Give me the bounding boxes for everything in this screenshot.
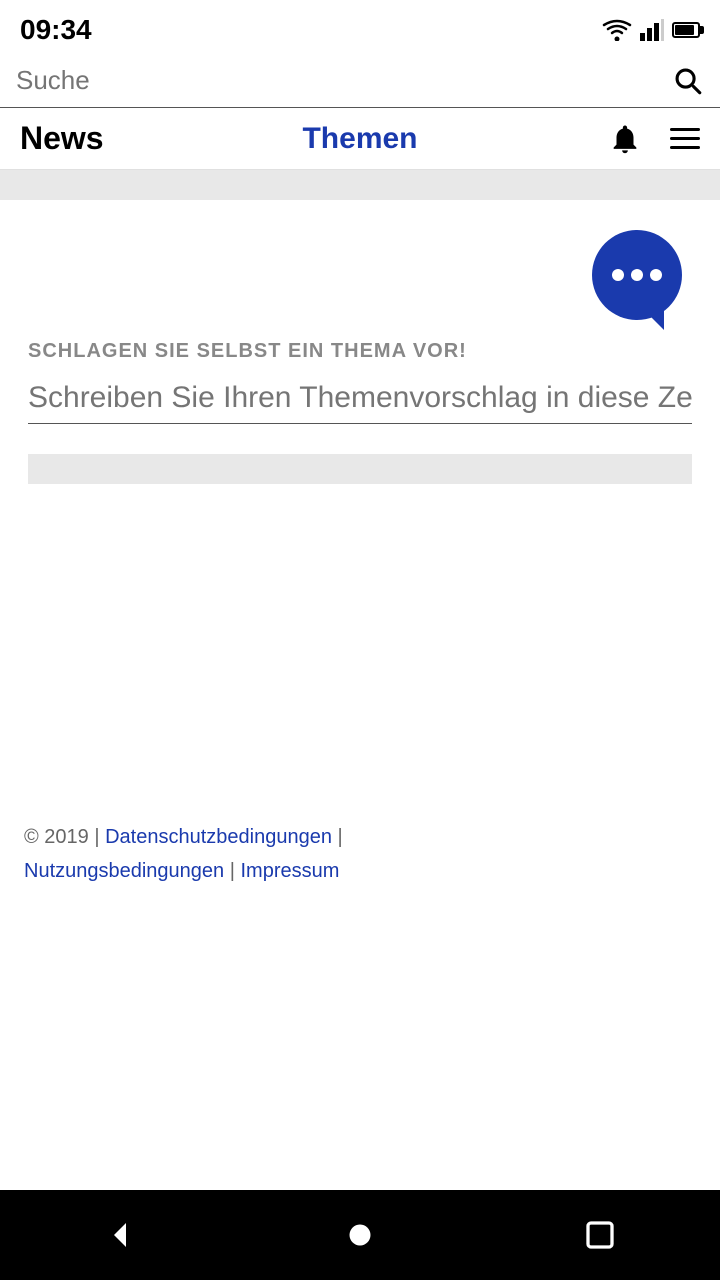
status-time: 09:34 bbox=[20, 14, 92, 46]
notification-button[interactable] bbox=[608, 122, 642, 156]
datenschutz-link[interactable]: Datenschutzbedingungen bbox=[105, 826, 332, 848]
chat-dot-3 bbox=[650, 269, 662, 281]
status-icons bbox=[602, 19, 700, 41]
menu-line-1 bbox=[670, 128, 700, 131]
recent-icon bbox=[582, 1217, 618, 1253]
search-input[interactable] bbox=[16, 65, 670, 96]
search-icon bbox=[670, 63, 704, 97]
impressum-link[interactable]: Impressum bbox=[241, 860, 340, 882]
chat-dot-1 bbox=[612, 269, 624, 281]
back-icon bbox=[102, 1217, 138, 1253]
nav-right bbox=[473, 122, 700, 156]
nav-themen-label[interactable]: Themen bbox=[247, 122, 474, 156]
suggest-input[interactable] bbox=[28, 381, 692, 424]
copyright-text: © 2019 | bbox=[24, 826, 100, 848]
wifi-icon bbox=[602, 19, 632, 41]
home-icon bbox=[342, 1217, 378, 1253]
menu-line-2 bbox=[670, 137, 700, 140]
battery-icon bbox=[672, 22, 700, 38]
bell-icon bbox=[608, 122, 642, 156]
recent-button[interactable] bbox=[582, 1217, 618, 1253]
menu-button[interactable] bbox=[670, 128, 700, 149]
nav-news-label[interactable]: News bbox=[20, 120, 247, 157]
chat-dots bbox=[612, 269, 662, 281]
chat-bubble bbox=[592, 230, 682, 320]
main-content: SCHLAGEN SIE SELBST EIN THEMA VOR! bbox=[0, 200, 720, 796]
signal-icon bbox=[640, 19, 664, 41]
chat-bubble-wrapper bbox=[28, 230, 692, 320]
nutzung-link[interactable]: Nutzungsbedingungen bbox=[24, 860, 224, 882]
home-button[interactable] bbox=[342, 1217, 378, 1253]
chat-dot-2 bbox=[631, 269, 643, 281]
separator-1: | bbox=[338, 826, 343, 848]
footer: © 2019 | Datenschutzbedingungen | Nutzun… bbox=[0, 796, 720, 908]
search-bar bbox=[0, 55, 720, 108]
menu-line-3 bbox=[670, 146, 700, 149]
bottom-nav-bar bbox=[0, 1190, 720, 1280]
content-spacer bbox=[0, 908, 720, 1190]
footer-text: © 2019 | Datenschutzbedingungen | Nutzun… bbox=[24, 820, 696, 888]
back-button[interactable] bbox=[102, 1217, 138, 1253]
nav-bar: News Themen bbox=[0, 108, 720, 170]
search-button[interactable] bbox=[670, 63, 704, 97]
separator-2: | bbox=[230, 860, 241, 882]
divider-bottom bbox=[28, 454, 692, 484]
suggest-label: SCHLAGEN SIE SELBST EIN THEMA VOR! bbox=[28, 340, 692, 363]
status-bar: 09:34 bbox=[0, 0, 720, 55]
divider-top bbox=[0, 170, 720, 200]
